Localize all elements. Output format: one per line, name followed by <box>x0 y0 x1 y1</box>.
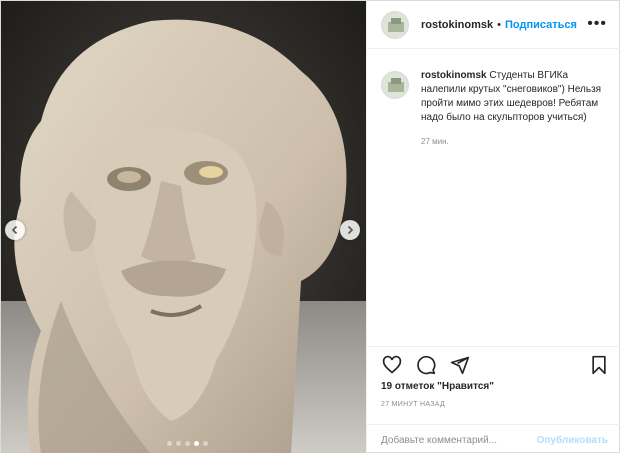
action-icons <box>381 354 471 376</box>
post-media[interactable] <box>1 1 366 453</box>
bookmark-icon <box>592 355 606 375</box>
save-button[interactable] <box>588 354 610 376</box>
post-header: rostokinomsk • Подписаться <box>367 1 620 49</box>
comment-button[interactable] <box>415 354 437 376</box>
avatar-image <box>382 11 408 38</box>
caption-time: 27 мин. <box>421 137 449 146</box>
like-button[interactable] <box>381 354 403 376</box>
chevron-left-icon <box>11 225 18 235</box>
post-timestamp[interactable]: 27 МИНУТ НАЗАД <box>381 401 445 408</box>
carousel-indicator <box>167 441 208 446</box>
comment-icon <box>417 355 436 375</box>
carousel-next-button[interactable] <box>340 220 360 240</box>
share-icon <box>450 356 470 375</box>
likes-count[interactable]: 19 отметок "Нравится" <box>381 381 494 392</box>
caption: rostokinomsk Студенты ВГИКа налепили кру… <box>381 69 611 149</box>
carousel-dot <box>176 441 181 446</box>
avatar[interactable] <box>381 71 409 99</box>
comment-form: Опубликовать <box>367 424 620 453</box>
carousel-dot <box>203 441 208 446</box>
carousel-dot <box>185 441 190 446</box>
header-separator: • <box>497 18 501 31</box>
chevron-right-icon <box>347 225 354 235</box>
avatar[interactable] <box>381 10 409 39</box>
comment-input[interactable] <box>381 434 531 446</box>
post-container: rostokinomsk • Подписаться ••• rostokino… <box>0 0 620 453</box>
avatar-image <box>382 72 408 98</box>
snow-sculpture-photo <box>1 1 366 453</box>
carousel-dot <box>167 441 172 446</box>
carousel-dot-active <box>194 441 199 446</box>
post-actions: 19 отметок "Нравится" 27 МИНУТ НАЗАД Опу… <box>367 346 620 453</box>
more-options-button[interactable]: ••• <box>587 15 607 33</box>
post-sidebar: rostokinomsk • Подписаться ••• rostokino… <box>366 1 620 453</box>
share-button[interactable] <box>449 354 471 376</box>
carousel-prev-button[interactable] <box>5 220 25 240</box>
heart-icon <box>382 355 402 374</box>
caption-username[interactable]: rostokinomsk <box>421 70 487 81</box>
follow-button[interactable]: Подписаться <box>505 19 577 31</box>
caption-body: rostokinomsk Студенты ВГИКа налепили кру… <box>421 69 611 149</box>
publish-button[interactable]: Опубликовать <box>537 435 608 446</box>
header-username[interactable]: rostokinomsk <box>421 19 493 31</box>
